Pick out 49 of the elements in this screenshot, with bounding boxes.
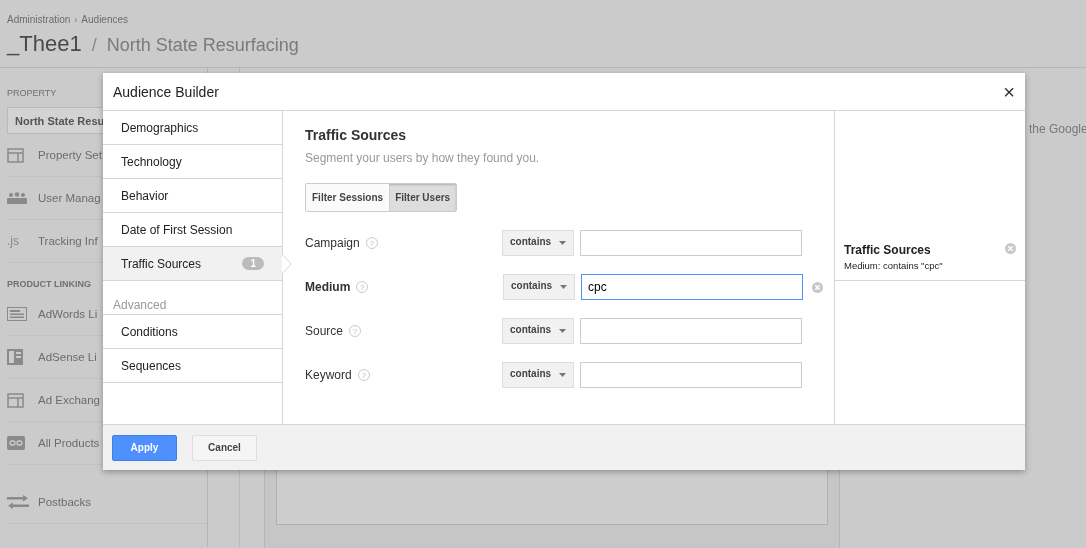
filter-toggle[interactable]: Filter Sessions [306, 184, 390, 211]
caret-icon [560, 285, 567, 289]
section-subtitle: Segment your users by how they found you. [305, 151, 541, 165]
nav-item[interactable]: Conditions [103, 315, 282, 349]
count-badge: 1 [242, 257, 264, 270]
caret-icon [559, 329, 566, 333]
summary-description: Medium: contains "cpc" [844, 259, 943, 271]
section-header: PRODUCT LINKING [7, 278, 91, 291]
operator-dropdown[interactable]: contains [502, 230, 574, 256]
nav-section-header: Advanced [103, 281, 282, 315]
arrows-icon [7, 494, 29, 510]
condition-label: Medium [305, 280, 351, 294]
title-separator: / [91, 35, 97, 56]
condition-label: Keyword [305, 368, 352, 382]
caret-icon [559, 373, 566, 377]
panel-icon [7, 147, 24, 163]
section-title: Traffic Sources [305, 127, 408, 143]
nav-item[interactable]: Behavior [103, 179, 282, 213]
property-title: North State Resurfacing [106, 35, 299, 56]
panel-icon [7, 392, 24, 408]
ad-text-icon [7, 307, 27, 321]
value-field[interactable]: cpc [581, 274, 803, 300]
operator-dropdown[interactable]: contains [502, 362, 574, 388]
nav-item[interactable]: Traffic Sources 1 [103, 247, 282, 281]
link-icon [7, 436, 25, 450]
filter-toggle[interactable]: Filter Users [389, 184, 457, 211]
dialog-title: Audience Builder [113, 83, 219, 100]
value-field[interactable] [580, 362, 802, 388]
js-icon: .js [7, 234, 19, 248]
clear-icon[interactable] [812, 281, 823, 293]
operator-dropdown[interactable]: contains [502, 318, 574, 344]
account-title: _Thee1 [7, 31, 82, 57]
breadcrumb-separator: › [74, 14, 78, 25]
operator-dropdown[interactable]: contains [503, 274, 575, 300]
nav-item[interactable]: Sequences [103, 349, 282, 383]
cancel-button[interactable]: Cancel [192, 434, 257, 461]
value-field[interactable] [580, 230, 802, 256]
condition-label: Source [305, 324, 344, 338]
condition-label: Campaign [305, 236, 360, 250]
summary-title: Traffic Sources [844, 242, 932, 257]
remove-icon[interactable] [1005, 242, 1016, 254]
nav-item[interactable]: Demographics [103, 111, 282, 145]
value-field[interactable] [580, 318, 802, 344]
layout-icon [7, 349, 23, 365]
caret-icon [559, 241, 566, 245]
property-label: PROPERTY [7, 88, 57, 98]
users-icon [7, 192, 27, 204]
nav-item[interactable]: Technology [103, 145, 282, 179]
close-button[interactable]: × [1003, 81, 1015, 102]
